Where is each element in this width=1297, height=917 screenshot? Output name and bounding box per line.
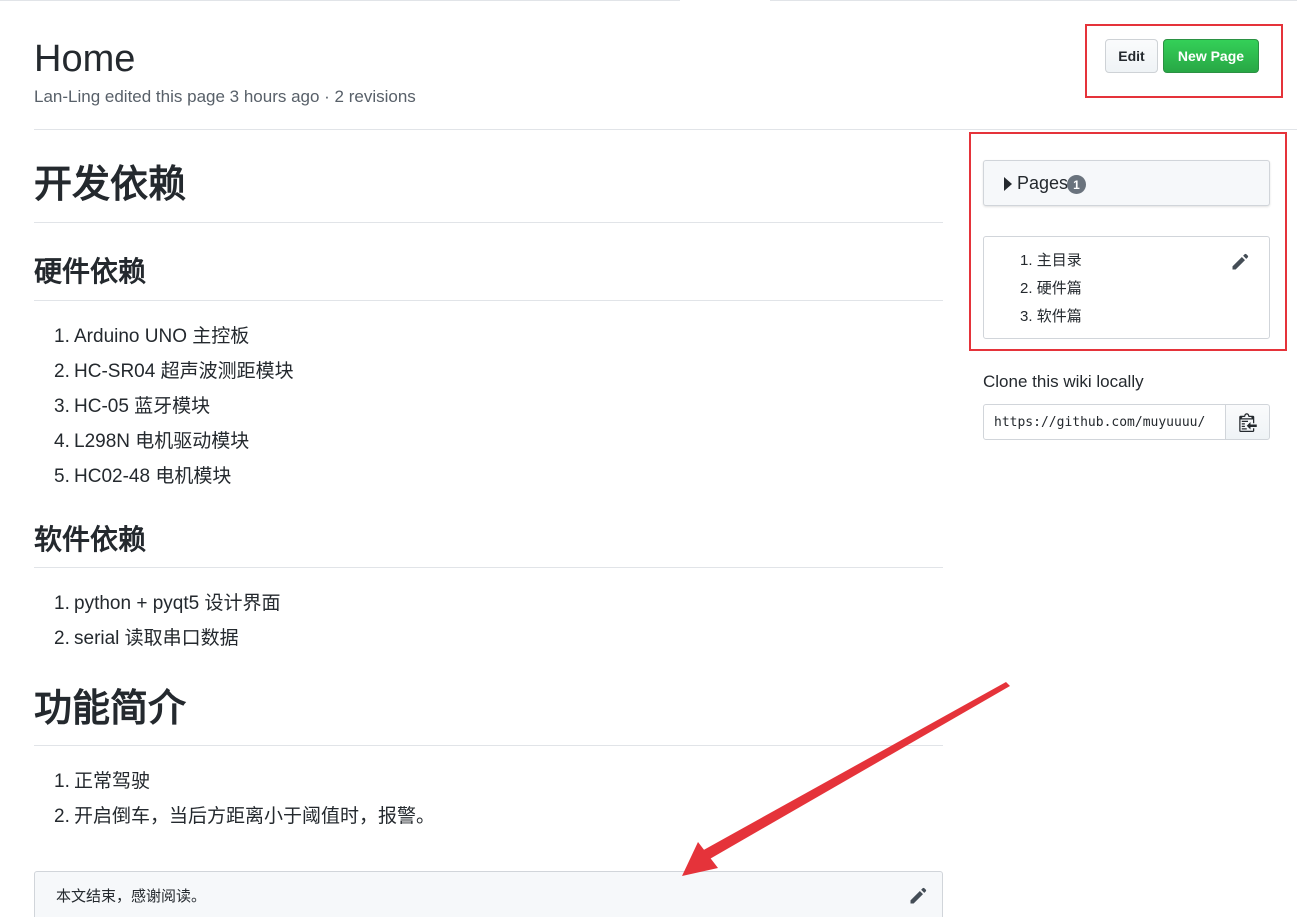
heading-divider <box>34 300 943 301</box>
heading-software-deps: 软件依赖 <box>34 524 147 555</box>
list-item: 1. python + pyqt5 设计界面 <box>54 593 281 614</box>
pencil-icon[interactable] <box>908 886 928 906</box>
heading-features: 功能简介 <box>34 688 187 730</box>
list-item: 1. 正常驾驶 <box>54 771 151 792</box>
annotation-box-header-actions <box>1085 24 1283 98</box>
clipboard-icon <box>1238 413 1257 432</box>
page-title: Home <box>34 38 136 80</box>
wiki-footer: 本文结束，感谢阅读。 <box>34 871 943 917</box>
list-item: 2. 开启倒车，当后方距离小于阈值时，报警。 <box>54 806 436 827</box>
hardware-list: 1. Arduino UNO 主控板 2. HC-SR04 超声波测距模块 3. HC… <box>54 319 294 494</box>
header-divider <box>34 129 1297 130</box>
heading-dev-deps: 开发依赖 <box>34 164 187 206</box>
heading-divider <box>34 567 943 568</box>
clone-url-input[interactable] <box>983 404 1226 440</box>
clone-label: Clone this wiki locally <box>983 372 1144 391</box>
top-border-right <box>770 0 1297 3</box>
features-list: 1. 正常驾驶 2. 开启倒车，当后方距离小于阈值时，报警。 <box>54 764 435 834</box>
list-item: 1. Arduino UNO 主控板 <box>54 326 250 347</box>
heading-hardware-deps: 硬件依赖 <box>34 256 147 287</box>
heading-divider <box>34 745 943 746</box>
top-border-left <box>0 0 680 3</box>
software-list: 1. python + pyqt5 设计界面 2. serial 读取串口数据 <box>54 586 280 656</box>
copy-button[interactable] <box>1225 404 1270 440</box>
list-item: 2. HC-SR04 超声波测距模块 <box>54 361 294 382</box>
heading-divider <box>34 222 943 223</box>
page-meta: Lan-Ling edited this page 3 hours ago · … <box>34 87 416 106</box>
list-item: 2. serial 读取串口数据 <box>54 628 239 649</box>
list-item: 3. HC-05 蓝牙模块 <box>54 396 211 417</box>
annotation-box-sidebar <box>969 132 1287 351</box>
footer-text: 本文结束，感谢阅读。 <box>56 888 207 905</box>
list-item: 4. L298N 电机驱动模块 <box>54 431 250 452</box>
list-item: 5. HC02-48 电机模块 <box>54 466 232 487</box>
